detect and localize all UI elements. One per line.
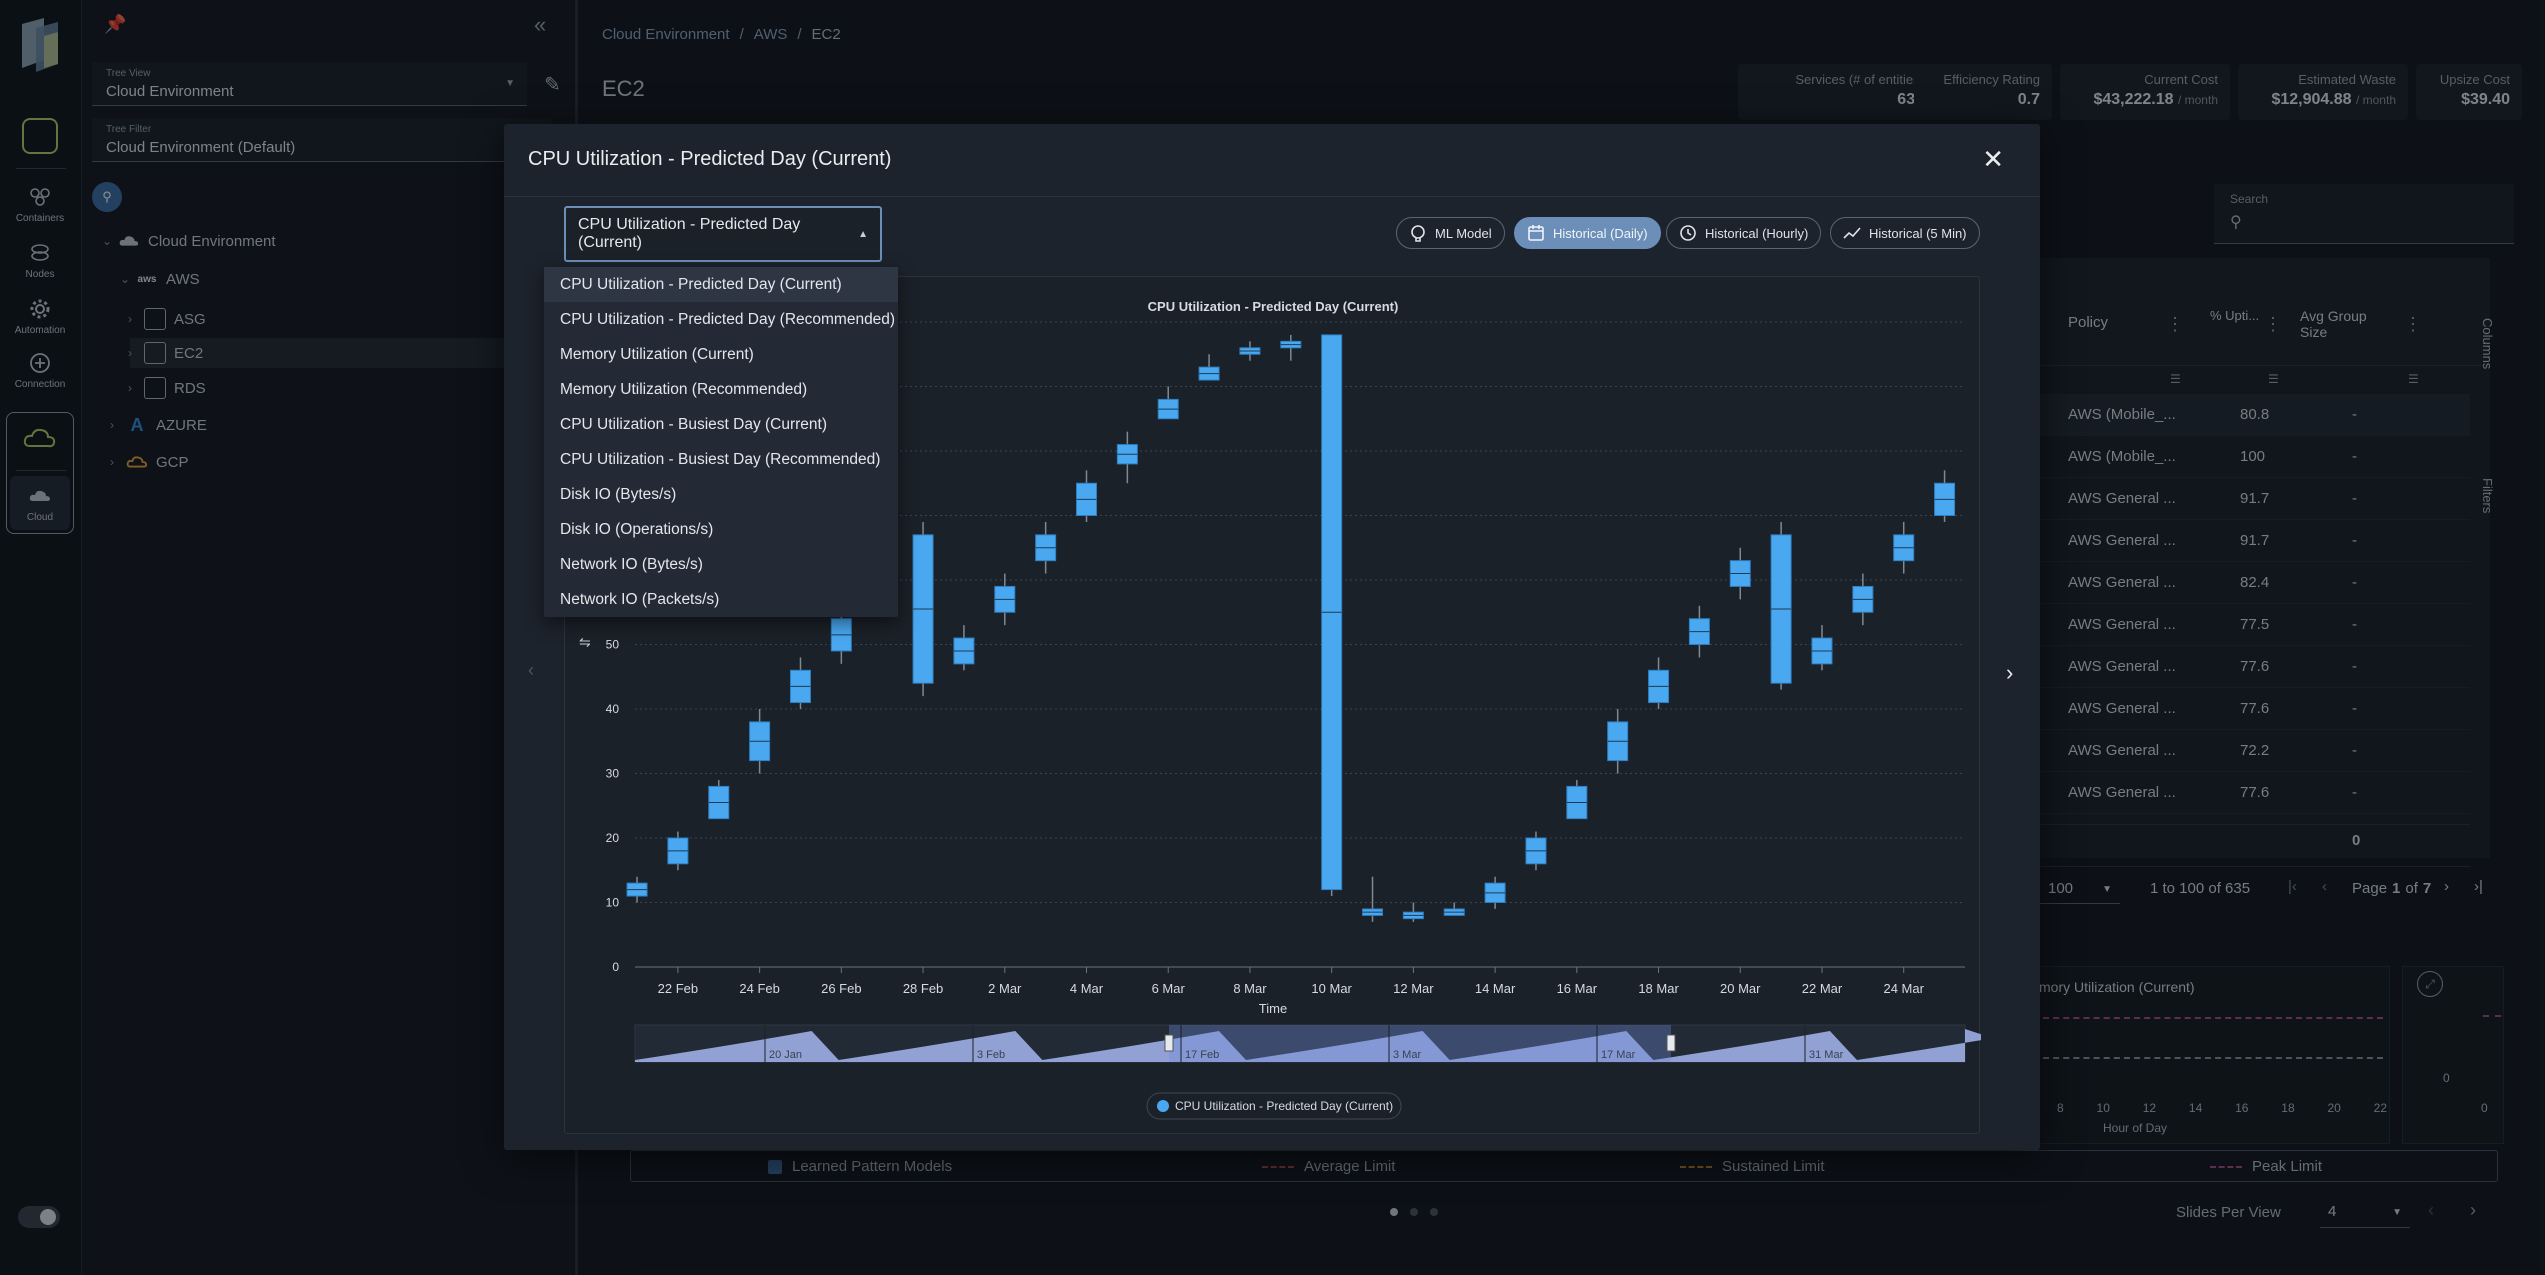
chart-tool-icon: ⇋ bbox=[579, 634, 591, 650]
brain-icon bbox=[1411, 225, 1425, 242]
x-tick-label: 26 Feb bbox=[821, 981, 861, 996]
y-tick-label: 40 bbox=[606, 702, 620, 716]
x-tick-label: 22 Mar bbox=[1802, 981, 1843, 996]
modal-title: CPU Utilization - Predicted Day (Current… bbox=[528, 148, 892, 170]
dropdown-option[interactable]: Network IO (Packets/s) bbox=[544, 582, 898, 617]
navigator-handle-left[interactable] bbox=[1164, 1034, 1174, 1052]
chart-prev-icon[interactable]: ‹ bbox=[528, 660, 534, 681]
x-tick-label: 18 Mar bbox=[1638, 981, 1679, 996]
dropdown-option[interactable]: Memory Utilization (Current) bbox=[544, 337, 898, 372]
metric-select-value: CPU Utilization - Predicted Day (Current… bbox=[578, 216, 801, 251]
chevron-up-icon: ▲ bbox=[858, 228, 868, 240]
dropdown-option[interactable]: Network IO (Bytes/s) bbox=[544, 547, 898, 582]
x-tick-label: 6 Mar bbox=[1152, 981, 1186, 996]
x-tick-label: 2 Mar bbox=[988, 981, 1022, 996]
navigator-label: 3 Mar bbox=[1393, 1049, 1421, 1061]
legend-swatch bbox=[1157, 1100, 1169, 1112]
toggle-historical-5min[interactable]: Historical (5 Min) bbox=[1830, 217, 1980, 249]
chart-title: CPU Utilization - Predicted Day (Current… bbox=[1148, 299, 1399, 314]
dropdown-option[interactable]: CPU Utilization - Predicted Day (Recomme… bbox=[544, 302, 898, 337]
x-tick-label: 24 Mar bbox=[1883, 981, 1924, 996]
dropdown-option[interactable]: CPU Utilization - Predicted Day (Current… bbox=[544, 267, 898, 302]
dropdown-option[interactable]: Disk IO (Bytes/s) bbox=[544, 477, 898, 512]
y-tick-label: 0 bbox=[612, 960, 619, 974]
x-tick-label: 22 Feb bbox=[658, 981, 698, 996]
y-tick-label: 10 bbox=[606, 896, 620, 910]
dropdown-option[interactable]: CPU Utilization - Busiest Day (Recommend… bbox=[544, 442, 898, 477]
toggle-historical-daily[interactable]: Historical (Daily) bbox=[1514, 217, 1661, 249]
metric-select[interactable]: CPU Utilization - Predicted Day (Current… bbox=[564, 206, 882, 262]
navigator-handle-right[interactable] bbox=[1666, 1034, 1676, 1052]
toggle-label: Historical (Daily) bbox=[1553, 225, 1648, 241]
x-tick-label: 8 Mar bbox=[1233, 981, 1267, 996]
toggle-label: Historical (5 Min) bbox=[1869, 225, 1967, 241]
x-tick-label: 28 Feb bbox=[903, 981, 943, 996]
x-tick-label: 20 Mar bbox=[1720, 981, 1761, 996]
x-tick-label: 10 Mar bbox=[1311, 981, 1352, 996]
dropdown-option[interactable]: Memory Utilization (Recommended) bbox=[544, 372, 898, 407]
legend-label: CPU Utilization - Predicted Day (Current… bbox=[1175, 1099, 1393, 1113]
navigator-label: 17 Mar bbox=[1601, 1049, 1636, 1061]
chart-modal: CPU Utilization - Predicted Day (Current… bbox=[504, 124, 2040, 1150]
dropdown-option[interactable]: CPU Utilization - Busiest Day (Current) bbox=[544, 407, 898, 442]
x-tick-label: 4 Mar bbox=[1070, 981, 1104, 996]
navigator-label: 31 Mar bbox=[1809, 1049, 1844, 1061]
clock-icon bbox=[1680, 225, 1696, 241]
x-tick-label: 12 Mar bbox=[1393, 981, 1434, 996]
chart-next-icon[interactable]: › bbox=[2006, 660, 2013, 686]
toggle-ml-model[interactable]: ML Model bbox=[1396, 217, 1505, 249]
toggle-label: ML Model bbox=[1435, 225, 1492, 241]
metric-dropdown-menu: CPU Utilization - Predicted Day (Current… bbox=[544, 267, 898, 617]
x-tick-label: 24 Feb bbox=[739, 981, 779, 996]
navigator-label: 3 Feb bbox=[977, 1049, 1005, 1061]
y-tick-label: 30 bbox=[606, 767, 620, 781]
x-axis-title: Time bbox=[1259, 1001, 1287, 1016]
divider bbox=[504, 196, 2040, 197]
navigator-label: 17 Feb bbox=[1185, 1049, 1219, 1061]
dropdown-option[interactable]: Disk IO (Operations/s) bbox=[544, 512, 898, 547]
navigator-label: 20 Jan bbox=[769, 1049, 802, 1061]
toggle-historical-hourly[interactable]: Historical (Hourly) bbox=[1666, 217, 1822, 249]
x-tick-label: 16 Mar bbox=[1557, 981, 1598, 996]
x-tick-label: 14 Mar bbox=[1475, 981, 1516, 996]
calendar-icon bbox=[1528, 225, 1544, 241]
y-tick-label: 50 bbox=[606, 638, 620, 652]
close-icon[interactable]: ✕ bbox=[1982, 144, 2004, 175]
toggle-label: Historical (Hourly) bbox=[1705, 225, 1809, 241]
trend-icon bbox=[1843, 227, 1861, 239]
y-tick-label: 20 bbox=[606, 831, 620, 845]
